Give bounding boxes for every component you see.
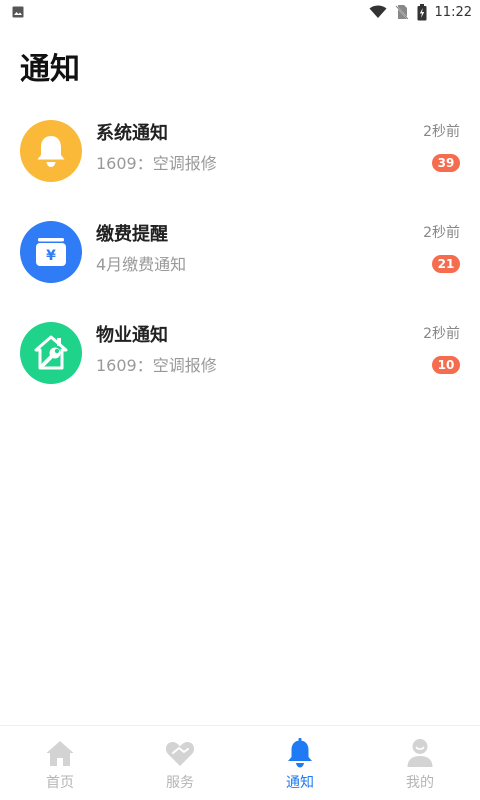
status-time: 11:22 [434, 4, 472, 20]
tab-label: 通知 [286, 775, 314, 791]
notification-title: 缴费提醒 [96, 224, 168, 245]
notification-time: 2秒前 [423, 225, 460, 241]
notification-subtitle: 1609：空调报修 [96, 154, 217, 173]
heart-handshake-icon [165, 738, 195, 768]
notification-item-payment[interactable]: ¥ 缴费提醒 4月缴费通知 2秒前 21 [0, 211, 480, 312]
no-sim-icon [394, 5, 409, 20]
tab-label: 首页 [46, 775, 74, 791]
status-bar: 11:22 [0, 0, 480, 24]
unread-badge: 21 [432, 255, 460, 273]
image-icon [12, 6, 24, 18]
home-icon [45, 738, 75, 768]
tab-label: 服务 [166, 775, 194, 791]
unread-badge: 10 [432, 356, 460, 374]
battery-charging-icon [417, 3, 427, 20]
page-title: 通知 [20, 52, 80, 87]
notification-subtitle: 4月缴费通知 [96, 255, 187, 274]
yuan-wallet-icon: ¥ [20, 221, 82, 283]
tab-notifications[interactable]: 通知 [240, 726, 360, 800]
status-right: 11:22 [369, 3, 472, 21]
house-wrench-icon [20, 322, 82, 384]
svg-text:¥: ¥ [46, 248, 56, 264]
tab-label: 我的 [406, 775, 434, 791]
notification-title: 系统通知 [96, 123, 168, 144]
unread-badge: 39 [432, 154, 460, 172]
bell-icon [20, 120, 82, 182]
notification-item-system[interactable]: 系统通知 1609：空调报修 2秒前 39 [0, 110, 480, 211]
tab-home[interactable]: 首页 [0, 726, 120, 800]
tab-profile[interactable]: 我的 [360, 726, 480, 800]
user-icon [405, 738, 435, 768]
wifi-icon [369, 5, 387, 18]
notification-list: 系统通知 1609：空调报修 2秒前 39 ¥ 缴费提醒 4月缴费通知 2秒前 … [0, 110, 480, 413]
notification-time: 2秒前 [423, 124, 460, 140]
bell-icon [285, 738, 315, 768]
notification-time: 2秒前 [423, 326, 460, 342]
notification-item-property[interactable]: 物业通知 1609：空调报修 2秒前 10 [0, 312, 480, 413]
bottom-tab-bar: 首页 服务 通知 我的 [0, 725, 480, 800]
tab-service[interactable]: 服务 [120, 726, 240, 800]
notification-subtitle: 1609：空调报修 [96, 356, 217, 375]
notification-title: 物业通知 [96, 325, 168, 346]
